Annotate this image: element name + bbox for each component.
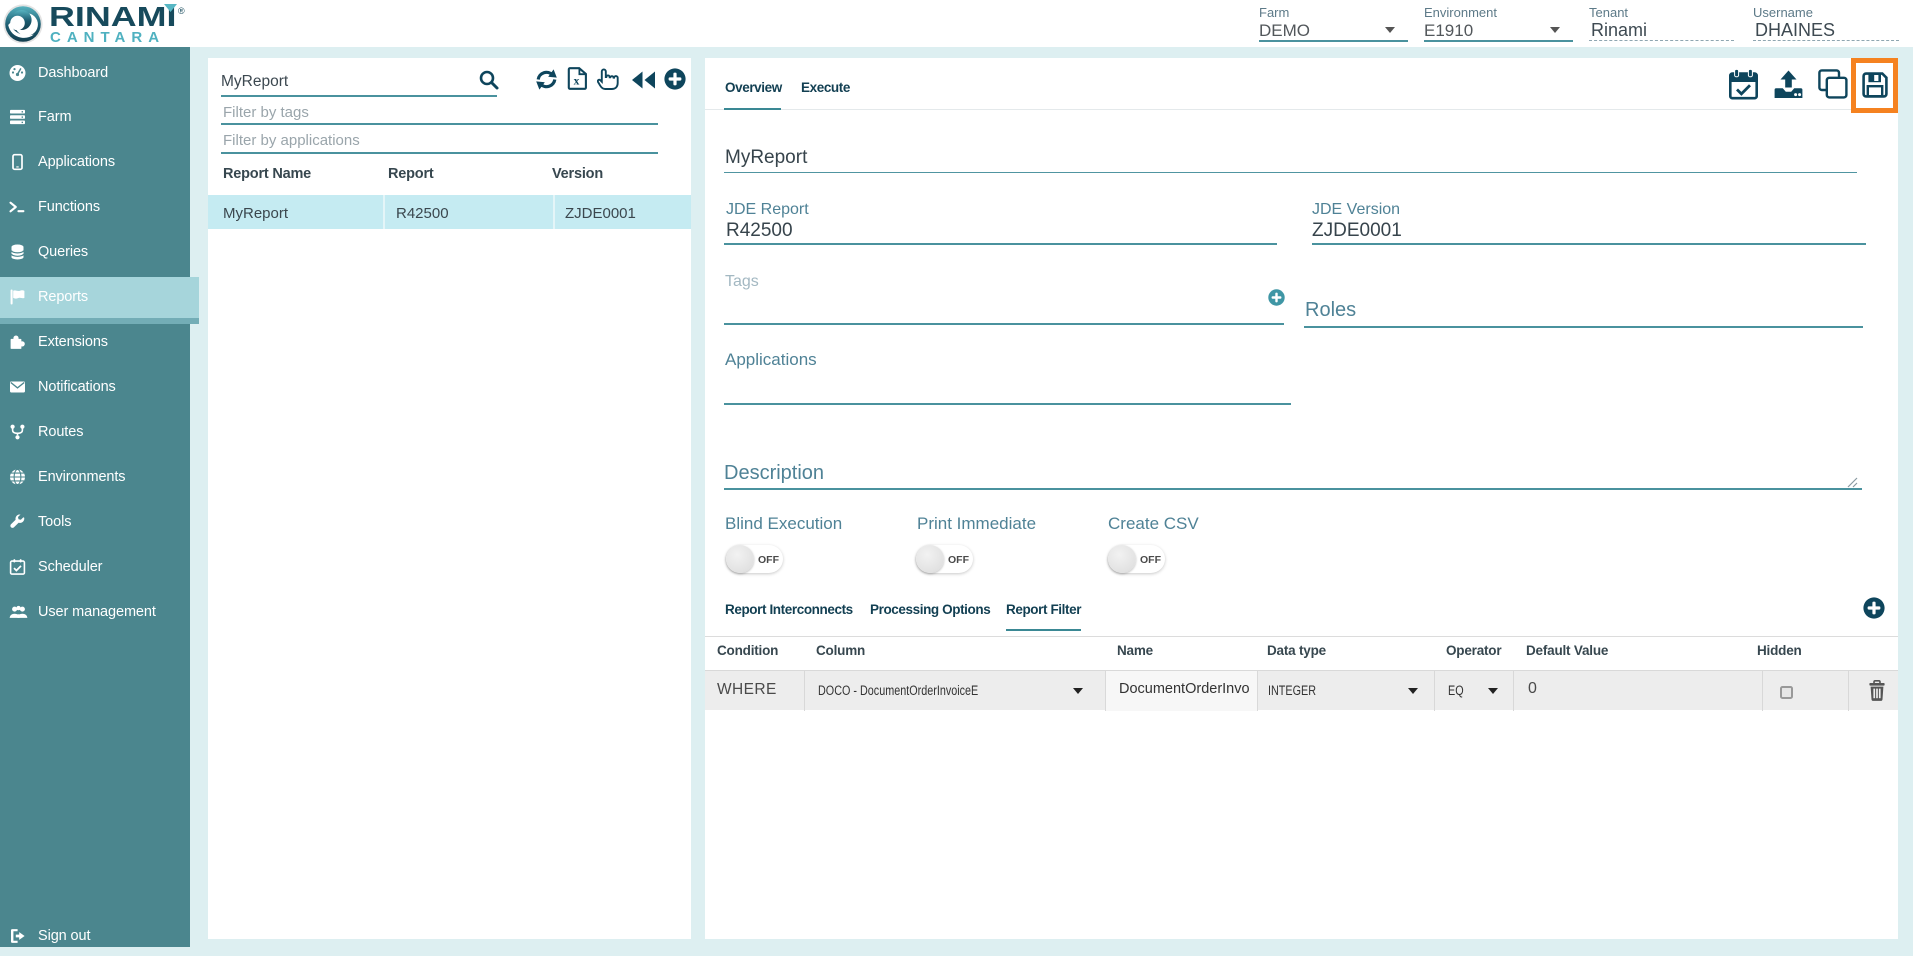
svg-text:x: x (574, 76, 580, 88)
